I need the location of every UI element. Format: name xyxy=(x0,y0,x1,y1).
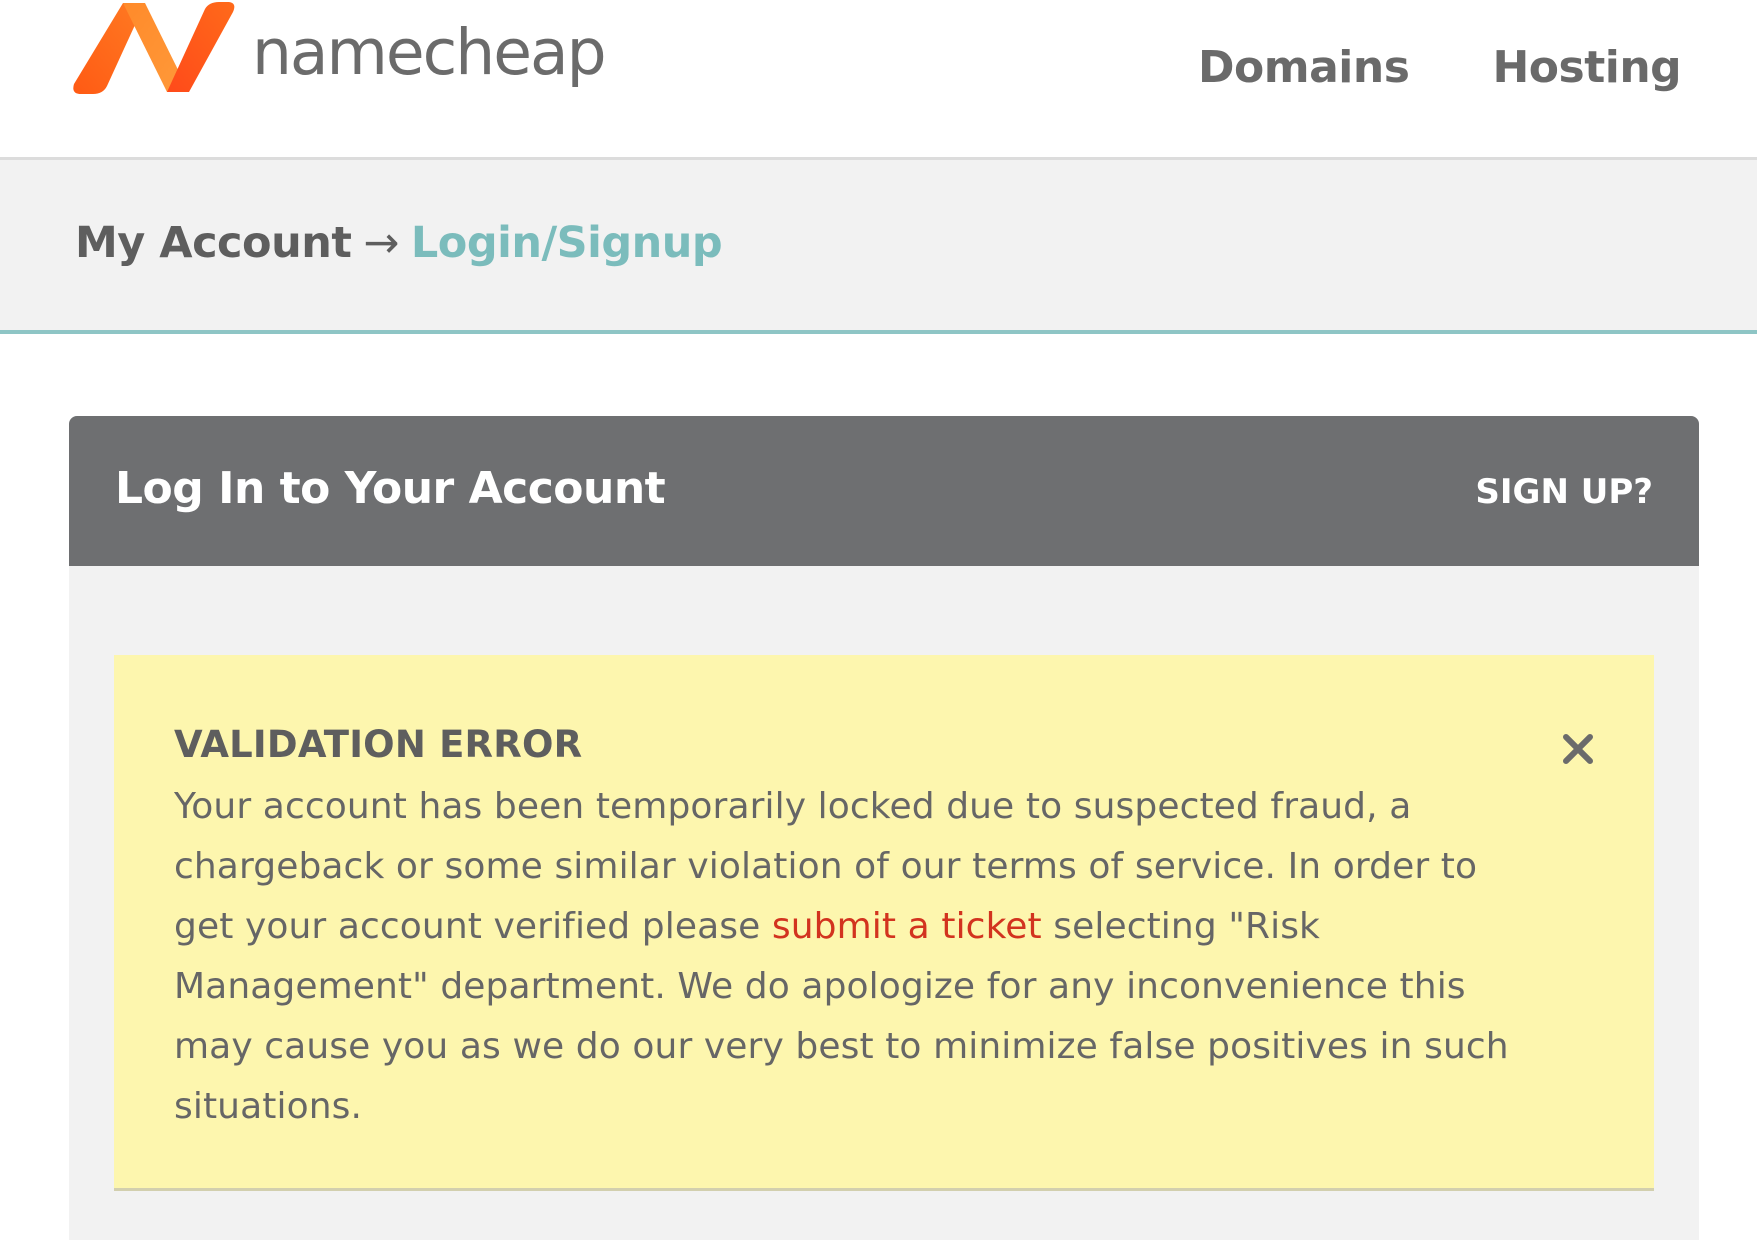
breadcrumb: My Account → Login/Signup xyxy=(75,218,723,268)
submit-ticket-link[interactable]: submit a ticket xyxy=(772,906,1042,947)
namecheap-logo-icon[interactable] xyxy=(67,0,237,96)
nav-item-hosting[interactable]: Hosting xyxy=(1492,42,1681,93)
breadcrumb-arrow: → xyxy=(363,218,399,268)
brand-name[interactable]: namecheap xyxy=(252,16,607,89)
breadcrumb-bar: My Account → Login/Signup xyxy=(0,160,1757,334)
login-panel: Log In to Your Account SIGN UP? VALIDATI… xyxy=(69,416,1699,1240)
login-panel-title: Log In to Your Account xyxy=(115,463,666,514)
validation-error-alert: VALIDATION ERROR Your account has been t… xyxy=(114,655,1654,1191)
top-nav: Domains Hosting We xyxy=(1198,42,1757,93)
site-header: namecheap Domains Hosting We xyxy=(0,0,1757,160)
nav-item-domains[interactable]: Domains xyxy=(1198,42,1410,93)
breadcrumb-login-signup: Login/Signup xyxy=(410,218,723,268)
sign-up-link[interactable]: SIGN UP? xyxy=(1475,472,1653,512)
alert-title: VALIDATION ERROR xyxy=(174,723,583,766)
breadcrumb-my-account[interactable]: My Account xyxy=(75,218,352,268)
alert-message: Your account has been temporarily locked… xyxy=(174,777,1509,1137)
close-icon[interactable] xyxy=(1560,731,1596,767)
login-panel-header: Log In to Your Account SIGN UP? xyxy=(69,416,1699,566)
